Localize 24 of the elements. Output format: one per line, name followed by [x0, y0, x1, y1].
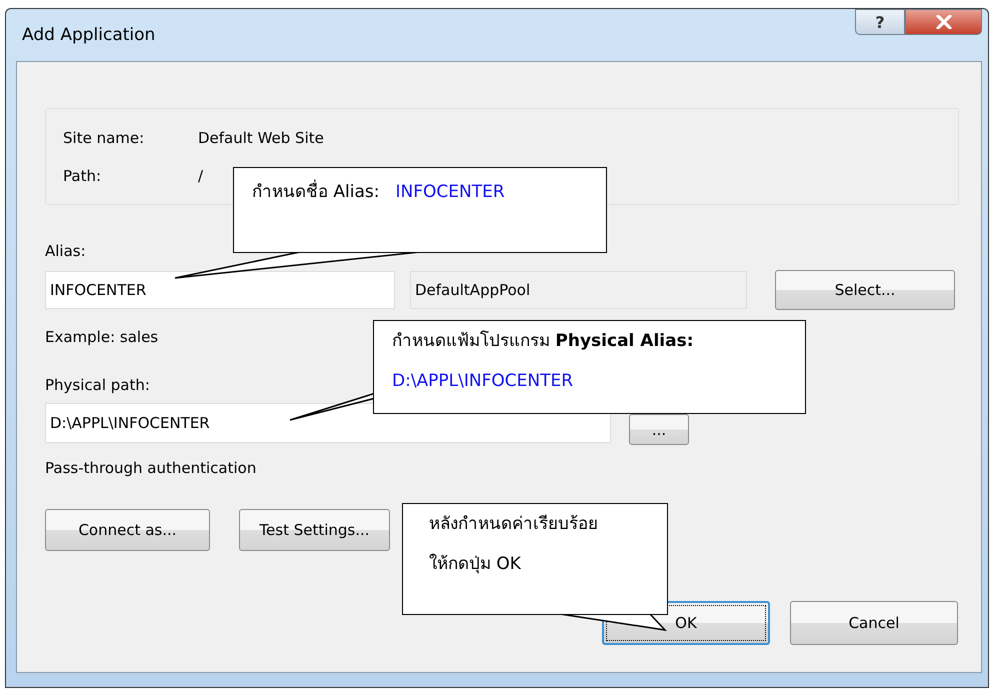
example-text: Example: sales — [45, 328, 158, 346]
action-button[interactable]: Test Settings... — [239, 509, 390, 551]
field-label: Site name: — [63, 129, 146, 149]
authentication-text: Pass-through authentication — [45, 459, 256, 477]
callout-text: กำหนดแฟ้มโปรแกรม Physical Alias: — [392, 331, 694, 351]
alias-label: Alias: — [45, 242, 87, 260]
help-button[interactable]: ? — [855, 9, 905, 35]
callout-text: ให้กดปุ่ม OK — [429, 554, 521, 574]
select-button[interactable]: Select... — [775, 270, 955, 310]
alias-input[interactable]: INFOCENTER — [45, 271, 395, 309]
physical-path-label: Physical path: — [45, 376, 150, 394]
callout-value: INFOCENTER — [395, 182, 505, 202]
browse-button[interactable]: ... — [629, 414, 689, 445]
field-value: Default Web Site — [198, 129, 324, 149]
field-value: / — [198, 167, 204, 187]
close-button[interactable] — [905, 9, 982, 35]
field-label: Path: — [63, 167, 102, 187]
callout-text: กำหนดชื่อ Alias: — [252, 182, 380, 202]
close-icon — [936, 15, 952, 29]
dialog-button[interactable]: Cancel — [790, 601, 958, 645]
callout-value: D:\APPL\INFOCENTER — [392, 371, 574, 391]
action-button[interactable]: Connect as... — [45, 509, 210, 551]
callout-text: หลังกำหนดค่าเรียบร้อย — [429, 514, 598, 534]
window-title: Add Application — [21, 25, 156, 45]
